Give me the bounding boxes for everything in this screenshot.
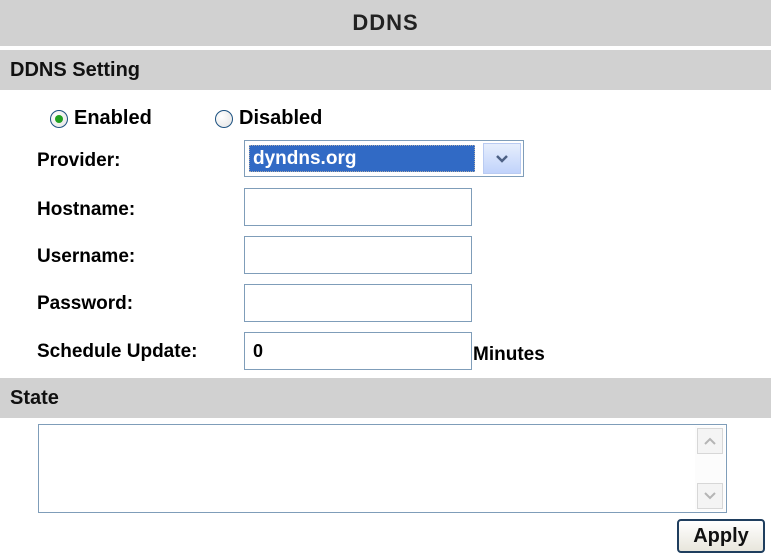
hostname-input[interactable]: [244, 188, 472, 226]
state-textarea[interactable]: [38, 424, 727, 513]
radio-enabled-indicator[interactable]: [50, 109, 68, 128]
schedule-unit-label: Minutes: [473, 344, 545, 365]
ddns-setting-header: DDNS Setting: [0, 50, 771, 90]
provider-label: Provider:: [37, 150, 121, 171]
schedule-update-label: Schedule Update:: [37, 341, 198, 362]
password-input[interactable]: [244, 284, 472, 322]
username-label: Username:: [37, 246, 136, 267]
radio-disabled-label: Disabled: [239, 107, 323, 129]
scroll-down-arrow-icon[interactable]: [697, 483, 723, 509]
state-scrollbar[interactable]: [695, 426, 725, 511]
schedule-update-input[interactable]: [244, 332, 472, 370]
state-header: State: [0, 378, 771, 418]
password-label: Password:: [37, 293, 134, 314]
radio-disabled[interactable]: Disabled: [215, 107, 322, 130]
radio-enabled[interactable]: Enabled: [50, 107, 152, 130]
page-title: DDNS: [0, 0, 771, 46]
provider-select-value: dyndns.org: [249, 145, 475, 172]
provider-select[interactable]: dyndns.org: [244, 140, 524, 177]
radio-enabled-label: Enabled: [74, 107, 152, 129]
username-input[interactable]: [244, 236, 472, 274]
apply-button[interactable]: Apply: [677, 519, 765, 553]
chevron-down-icon[interactable]: [483, 143, 521, 174]
hostname-label: Hostname:: [37, 199, 136, 220]
scroll-up-arrow-icon[interactable]: [697, 428, 723, 454]
radio-disabled-indicator[interactable]: [215, 109, 233, 128]
